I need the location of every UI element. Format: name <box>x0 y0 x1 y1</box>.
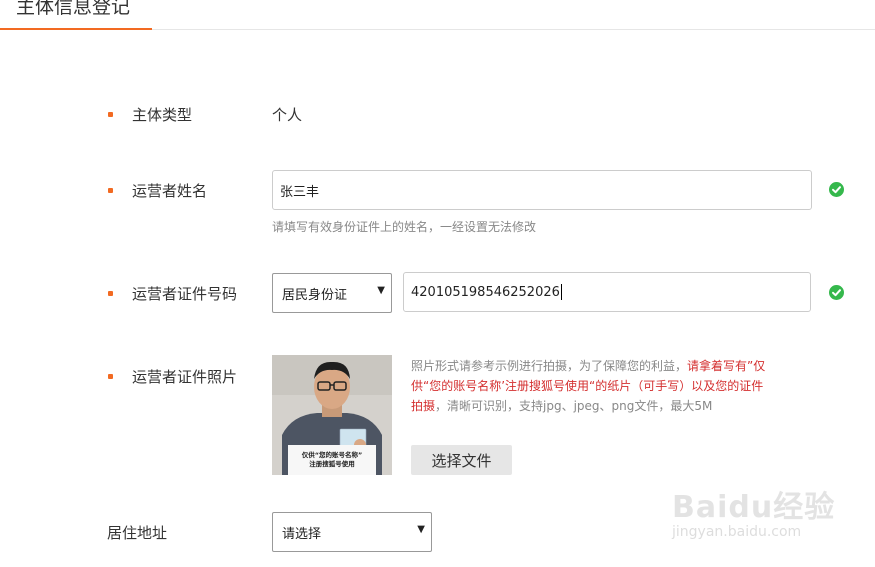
page-title: 主体信息登记 <box>16 0 131 18</box>
dropdown-arrow-icon: ▼ <box>417 524 425 535</box>
id-type-value: 居民身份证 <box>282 287 348 303</box>
operator-photo-label: 运营者证件照片 <box>132 368 238 386</box>
required-bullet <box>108 291 113 296</box>
photo-instructions-format: ，清晰可识别，支持jpg、jpeg、png文件，最大5M <box>435 399 713 413</box>
address-select[interactable]: 请选择 ▼ <box>272 512 432 552</box>
operator-id-label: 运营者证件号码 <box>132 285 238 303</box>
id-number-input[interactable]: 420105198546252026 <box>403 272 811 312</box>
dropdown-arrow-icon: ▼ <box>377 285 385 296</box>
required-bullet <box>108 188 113 193</box>
check-circle-icon <box>829 285 844 300</box>
address-label: 居住地址 <box>107 524 168 542</box>
photo-instructions-text: 照片形式请参考示例进行拍摄，为了保障您的利益， <box>411 359 688 373</box>
operator-name-label: 运营者姓名 <box>132 182 208 200</box>
required-bullet <box>108 374 113 379</box>
address-placeholder: 请选择 <box>282 526 322 542</box>
photo-instructions: 照片形式请参考示例进行拍摄，为了保障您的利益，请拿着写有”仅供“您的账号名称’注… <box>411 356 771 416</box>
subject-type-label: 主体类型 <box>132 106 193 124</box>
baidu-watermark: Baidu经验 jingyan.baidu.com <box>668 468 868 548</box>
required-bullet <box>108 112 113 117</box>
sample-sign-line1: 仅供“您的账号名称” <box>301 451 363 459</box>
id-type-select[interactable]: 居民身份证 ▼ <box>272 273 392 313</box>
operator-name-input[interactable]: 张三丰 <box>272 170 812 210</box>
header-bar: 主体信息登记 <box>0 0 875 30</box>
operator-name-value: 张三丰 <box>280 184 320 200</box>
watermark-logo: Baidu经验 <box>672 490 836 525</box>
check-circle-icon <box>829 182 844 197</box>
text-cursor <box>560 284 562 300</box>
watermark-url: jingyan.baidu.com <box>672 524 802 540</box>
choose-file-button[interactable]: 选择文件 <box>411 445 512 475</box>
id-number-value: 420105198546252026 <box>411 284 560 300</box>
subject-type-value: 个人 <box>272 106 303 124</box>
sample-id-photo: 仅供“您的账号名称” 注册搜狐号使用 <box>272 355 392 475</box>
title-underline <box>0 28 152 30</box>
sample-sign-line2: 注册搜狐号使用 <box>309 460 355 468</box>
operator-name-hint: 请填写有效身份证件上的姓名，一经设置无法修改 <box>272 220 537 234</box>
